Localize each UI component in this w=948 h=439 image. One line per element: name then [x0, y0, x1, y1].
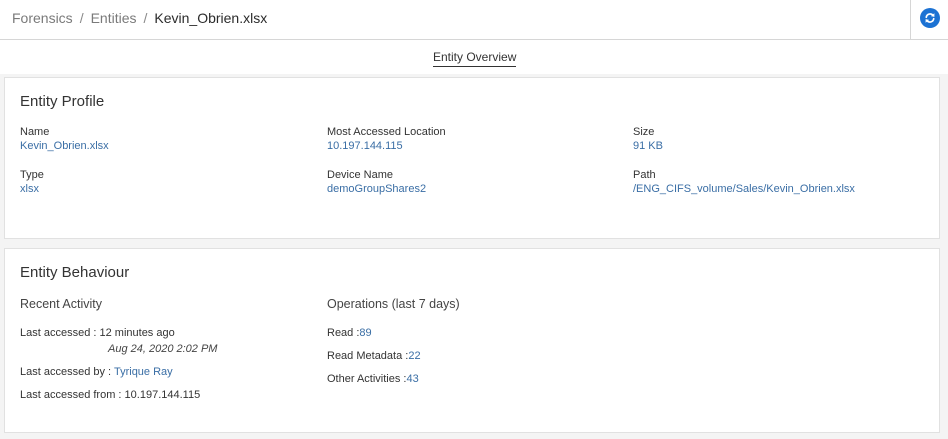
breadcrumb-separator: / [79, 10, 84, 26]
entity-behaviour-card: Entity Behaviour Recent Activity Last ac… [4, 248, 940, 433]
field-path: Path /ENG_CIFS_volume/Sales/Kevin_Obrien… [633, 168, 855, 196]
operation-other-activities-label: Other Activities : [327, 373, 407, 385]
last-accessed-by-row: Last accessed by : Tyrique Ray [20, 366, 173, 378]
last-accessed-by-label: Last accessed by : [20, 366, 114, 378]
top-bar: Forensics / Entities / Kevin_Obrien.xlsx [0, 0, 948, 40]
last-accessed-value: 12 minutes ago [99, 327, 175, 339]
last-accessed-label: Last accessed : [20, 327, 100, 339]
field-size-value: 91 KB [633, 140, 663, 152]
breadcrumb-entities[interactable]: Entities [91, 10, 137, 26]
operation-read-metadata-count-link[interactable]: 22 [408, 350, 420, 362]
operation-read-row: Read :89 [327, 327, 372, 339]
field-path-value: /ENG_CIFS_volume/Sales/Kevin_Obrien.xlsx [633, 183, 855, 195]
field-name-value: Kevin_Obrien.xlsx [20, 140, 109, 152]
entity-behaviour-title: Entity Behaviour [20, 264, 130, 281]
operation-read-metadata-row: Read Metadata :22 [327, 350, 421, 362]
tab-entity-overview[interactable]: Entity Overview [433, 50, 517, 67]
refresh-button[interactable] [920, 8, 940, 28]
refresh-icon [925, 13, 935, 23]
refresh-area [910, 0, 948, 40]
breadcrumb-separator: / [143, 10, 148, 26]
field-type-value: xlsx [20, 183, 39, 195]
field-type: Type xlsx [20, 168, 44, 196]
entity-profile-card: Entity Profile Name Kevin_Obrien.xlsx Mo… [4, 77, 940, 239]
field-device-value: demoGroupShares2 [327, 183, 427, 195]
last-accessed-row: Last accessed : 12 minutes ago [20, 327, 175, 339]
last-accessed-date: Aug 24, 2020 2:02 PM [108, 343, 218, 355]
operation-read-label: Read : [327, 327, 360, 339]
tab-bar: Entity Overview [0, 40, 948, 74]
field-path-label: Path [633, 169, 656, 181]
field-name-label: Name [20, 126, 50, 138]
field-device: Device Name demoGroupShares2 [327, 168, 426, 196]
field-size: Size 91 KB [633, 125, 663, 153]
last-accessed-by-user-link[interactable]: Tyrique Ray [114, 366, 173, 378]
entity-profile-title: Entity Profile [20, 93, 105, 110]
field-size-label: Size [633, 126, 655, 138]
field-location-value: 10.197.144.115 [327, 140, 403, 152]
operation-read-count-link[interactable]: 89 [359, 327, 371, 339]
field-location-label: Most Accessed Location [327, 126, 446, 138]
last-accessed-from-value: 10.197.144.115 [124, 389, 201, 401]
last-accessed-from-label: Last accessed from : [20, 389, 125, 401]
breadcrumb-forensics[interactable]: Forensics [12, 10, 73, 26]
breadcrumb-current: Kevin_Obrien.xlsx [154, 10, 268, 26]
operation-other-activities-count-link[interactable]: 43 [406, 373, 418, 385]
field-name: Name Kevin_Obrien.xlsx [20, 125, 109, 153]
field-type-label: Type [20, 169, 44, 181]
field-device-label: Device Name [327, 169, 394, 181]
operation-read-metadata-label: Read Metadata : [327, 350, 409, 362]
breadcrumb: Forensics / Entities / Kevin_Obrien.xlsx [12, 10, 267, 26]
recent-activity-title: Recent Activity [20, 297, 102, 311]
field-location: Most Accessed Location 10.197.144.115 [327, 125, 446, 153]
last-accessed-from-row: Last accessed from : 10.197.144.115 [20, 389, 200, 401]
operations-title: Operations (last 7 days) [327, 297, 460, 311]
operation-other-activities-row: Other Activities :43 [327, 373, 419, 385]
